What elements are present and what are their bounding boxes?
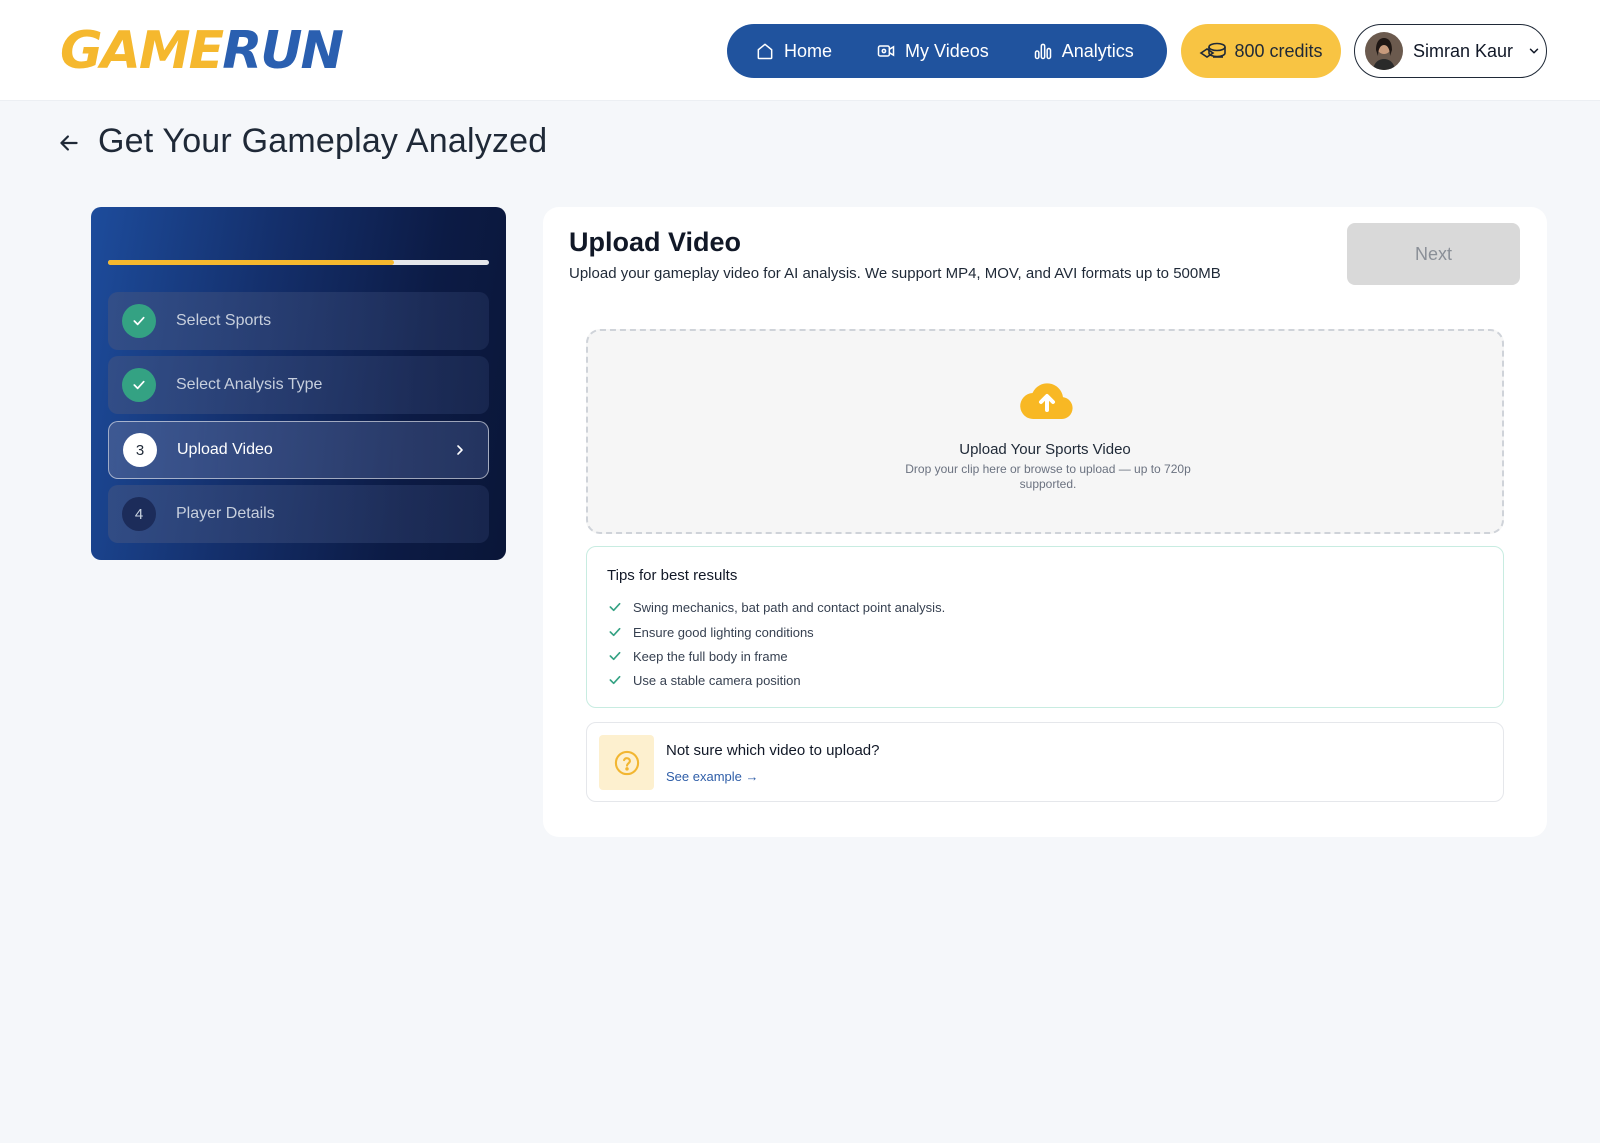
tip-item: Ensure good lighting conditions [607, 624, 814, 640]
tip-text: Use a stable camera position [633, 672, 801, 688]
chevron-right-icon [457, 445, 463, 455]
chevron-down-icon [1529, 48, 1539, 54]
logo-text: GAMERUN [60, 24, 343, 74]
step-label: Select Sports [176, 312, 272, 329]
gamerun-logo[interactable]: GAMERUN [60, 24, 445, 74]
credits-label: 800 credits [1234, 40, 1323, 61]
bar-chart-icon [1034, 43, 1051, 60]
top-header: GAMERUN Home My Videos Analytics 800 cre… [0, 0, 1600, 101]
check-icon [609, 602, 621, 612]
step-label: Select Analysis Type [176, 376, 323, 393]
question-circle-icon [599, 735, 654, 790]
help-title: Not sure which video to upload? [666, 742, 880, 759]
user-menu[interactable]: Simran Kaur [1354, 24, 1547, 78]
tip-text: Ensure good lighting conditions [633, 624, 814, 640]
next-button[interactable]: Next [1347, 223, 1520, 285]
arrow-left-icon [60, 135, 78, 151]
nav-label-my-videos: My Videos [905, 40, 989, 61]
step-select-sports[interactable]: Select Sports [108, 292, 489, 350]
step-progress-bar [108, 260, 489, 265]
step-progress-fill [108, 260, 394, 265]
step-label: Upload Video [177, 441, 273, 458]
video-dropzone[interactable]: Upload Your Sports Video Drop your clip … [586, 329, 1504, 534]
credits-badge[interactable]: 800 credits [1181, 24, 1341, 78]
tip-item: Keep the full body in frame [607, 648, 788, 664]
home-icon [757, 43, 773, 60]
nav-item-home[interactable]: Home [755, 41, 832, 62]
tip-item: Swing mechanics, bat path and contact po… [607, 599, 945, 615]
nav-label-home: Home [784, 40, 833, 61]
step-select-analysis-type[interactable]: Select Analysis Type [108, 356, 489, 414]
nav-item-my-videos[interactable]: My Videos [876, 41, 989, 62]
dropzone-description: Drop your clip here or browse to upload … [905, 462, 1191, 491]
step-number: 4 [122, 497, 156, 531]
tip-text: Swing mechanics, bat path and contact po… [633, 599, 946, 615]
check-icon [609, 651, 621, 661]
dropzone-title: Upload Your Sports Video [959, 441, 1131, 458]
step-label: Player Details [176, 505, 275, 522]
upload-title: Upload Video [569, 227, 742, 257]
step-number: 3 [123, 433, 157, 467]
tip-item: Use a stable camera position [607, 672, 801, 688]
nav-item-analytics[interactable]: Analytics [1033, 41, 1134, 62]
see-example-link[interactable]: See example → [666, 769, 759, 784]
step-panel: Select Sports Select Analysis Type 3 Upl… [91, 207, 506, 560]
main-nav: Home My Videos Analytics [727, 24, 1167, 78]
user-name: Simran Kaur [1413, 40, 1514, 61]
upload-subtitle: Upload your gameplay video for AI analys… [569, 265, 1221, 282]
coins-icon [1200, 42, 1227, 58]
avatar [1365, 32, 1403, 70]
help-box: Not sure which video to upload? See exam… [586, 722, 1504, 802]
page-title: Get Your Gameplay Analyzed [98, 122, 548, 160]
tips-title: Tips for best results [607, 567, 738, 584]
tips-box: Tips for best results Swing mechanics, b… [586, 546, 1504, 708]
video-icon [877, 45, 895, 57]
cloud-upload-icon [1020, 383, 1073, 420]
tip-text: Keep the full body in frame [633, 648, 788, 664]
step-upload-video[interactable]: 3 Upload Video [108, 421, 489, 479]
check-circle-icon [122, 304, 156, 338]
back-button[interactable] [56, 130, 82, 156]
upload-card: Upload Video Upload your gameplay video … [543, 207, 1547, 837]
check-icon [609, 627, 621, 637]
check-circle-icon [122, 368, 156, 402]
check-icon [609, 675, 621, 685]
nav-label-analytics: Analytics [1061, 40, 1134, 61]
step-player-details[interactable]: 4 Player Details [108, 485, 489, 543]
